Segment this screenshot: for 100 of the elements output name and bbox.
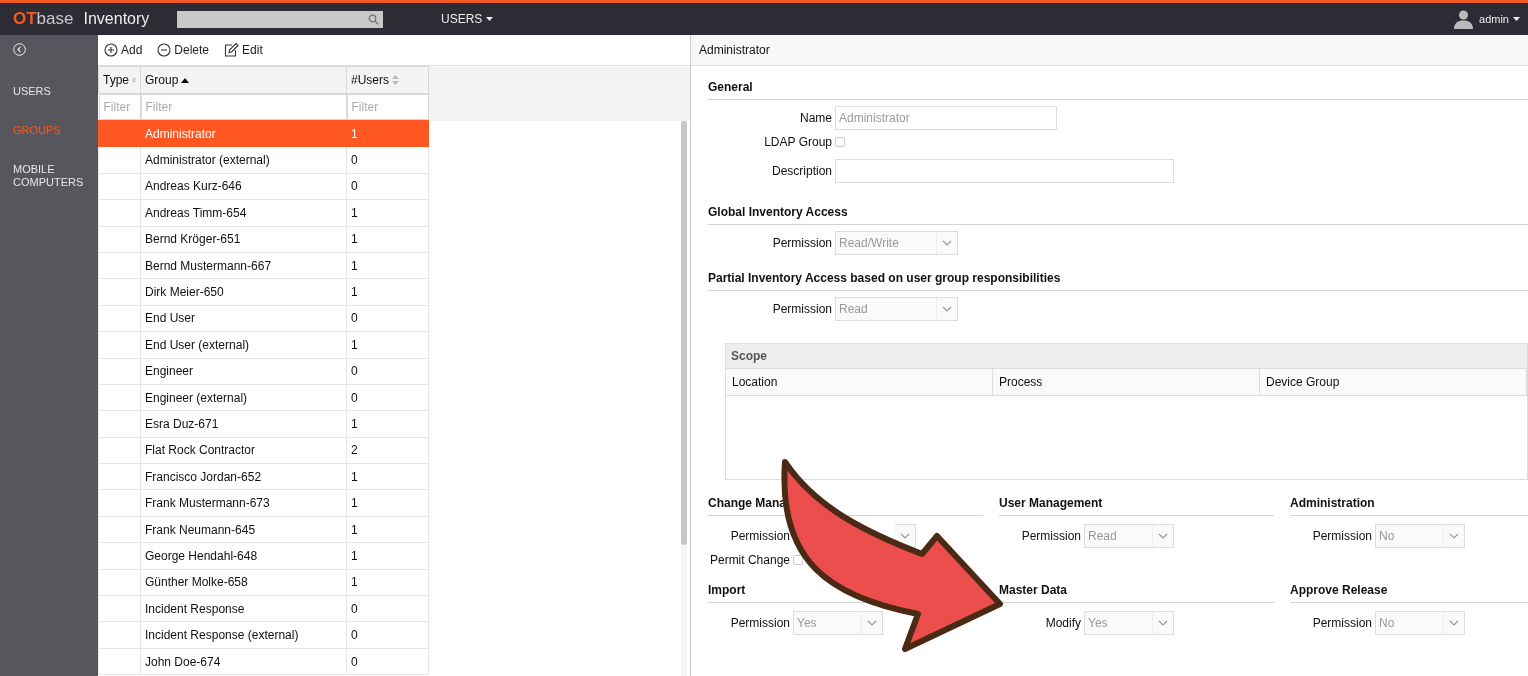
column-header[interactable]: #Users xyxy=(346,66,429,94)
filter-field[interactable]: Filter xyxy=(98,94,141,120)
section-heading: Partial Inventory Access based on user group responsibilities xyxy=(708,257,1528,291)
minus-circle-icon xyxy=(157,43,172,57)
caret-icon xyxy=(486,17,494,21)
section-heading: General xyxy=(708,66,1528,100)
chevron-down-icon xyxy=(1449,620,1459,626)
table-cell: 1 xyxy=(346,463,429,490)
chevron-down-icon xyxy=(900,533,910,539)
table-cell: 1 xyxy=(346,278,429,306)
pencil-icon xyxy=(224,43,240,57)
table-cell[interactable]: Frank Neumann-645 xyxy=(140,516,347,543)
table-cell[interactable]: Bernd Mustermann-667 xyxy=(140,252,347,279)
table-cell[interactable]: Andreas Kurz-646 xyxy=(140,173,347,200)
table-cell: 0 xyxy=(346,384,429,411)
table-cell[interactable]: Andreas Timm-654 xyxy=(140,199,347,227)
section-heading: Global Inventory Access xyxy=(708,191,1528,225)
brand-logo: base xyxy=(36,9,74,29)
chevron-down-icon xyxy=(1449,533,1459,539)
plus-circle-icon xyxy=(104,43,118,57)
users-menu[interactable]: USERS xyxy=(441,12,494,26)
field-label: Permission xyxy=(1311,616,1372,630)
table-cell[interactable]: Engineer xyxy=(140,358,347,385)
table-cell[interactable]: Günther Molke-658 xyxy=(140,569,347,596)
column-header[interactable]: Device Group xyxy=(1260,369,1527,395)
table-cell: 1 xyxy=(346,569,429,596)
table-cell[interactable]: Incident Response xyxy=(140,595,347,622)
table-cell[interactable]: George Hendahl-648 xyxy=(140,542,347,570)
field-label: Permission xyxy=(771,236,832,250)
field-label: Permission xyxy=(771,302,832,316)
sort-ascending-icon[interactable] xyxy=(181,77,190,83)
table-cell: 1 xyxy=(346,516,429,543)
table-cell[interactable]: Dirk Meier-650 xyxy=(140,278,347,306)
chevron-down-icon xyxy=(942,306,952,312)
table-cell: 1 xyxy=(346,542,429,570)
table-cell: 1 xyxy=(346,120,429,147)
table-cell: 0 xyxy=(346,305,429,332)
table-cell: 1 xyxy=(346,199,429,227)
sidebar-item[interactable]: MOBILE COMPUTERS xyxy=(13,163,85,189)
column-header[interactable]: Group xyxy=(140,66,347,94)
field-label: Name xyxy=(799,111,832,125)
delete-button[interactable]: Delete xyxy=(157,43,210,57)
section-heading: Master Data xyxy=(999,573,1274,603)
field-label: Modify xyxy=(1044,616,1081,630)
sidebar-item[interactable]: USERS xyxy=(13,85,85,98)
table-cell[interactable]: Bernd Kröger-651 xyxy=(140,226,347,253)
table-cell: 0 xyxy=(346,146,429,174)
filter-field[interactable]: Filter xyxy=(140,94,347,120)
search-icon xyxy=(368,13,379,25)
table-cell: 0 xyxy=(346,595,429,622)
brand-logo: OT xyxy=(13,9,37,29)
table-cell[interactable]: End User xyxy=(140,305,347,332)
table-cell[interactable]: Incident Response (external) xyxy=(140,621,347,649)
search-field[interactable] xyxy=(177,10,383,28)
chevron-down-icon xyxy=(867,620,877,626)
table-cell: 0 xyxy=(346,173,429,200)
field-label: Permission xyxy=(1020,529,1081,543)
table-cell: 0 xyxy=(346,621,429,649)
add-button[interactable]: Add xyxy=(104,43,143,57)
section-heading: User Management xyxy=(999,486,1274,516)
field-label: Permit Change xyxy=(708,552,790,567)
table-cell[interactable]: Flat Rock Contractor xyxy=(140,437,347,464)
chevron-down-icon xyxy=(1158,533,1168,539)
scrollbar[interactable] xyxy=(681,121,687,676)
chevron-down-icon xyxy=(1158,620,1168,626)
user-icon xyxy=(1454,9,1474,29)
table-cell[interactable]: Esra Duz-671 xyxy=(140,410,347,438)
table-cell[interactable]: John Doe-674 xyxy=(140,648,347,675)
field-label: Permission xyxy=(729,529,790,543)
column-header[interactable]: Type xyxy=(98,66,141,94)
table-cell: 1 xyxy=(346,410,429,438)
field-label: LDAP Group xyxy=(763,134,832,149)
column-header[interactable]: Process xyxy=(993,369,1260,395)
table-cell[interactable]: Administrator (external) xyxy=(140,146,347,174)
checkbox[interactable] xyxy=(835,136,845,147)
table-cell[interactable]: Francisco Jordan-652 xyxy=(140,463,347,490)
table-cell: 1 xyxy=(346,331,429,358)
column-header[interactable]: Location xyxy=(726,369,993,395)
table-cell: 1 xyxy=(346,252,429,279)
filter-field[interactable]: Filter xyxy=(346,94,429,120)
field-label: Description xyxy=(770,164,832,178)
table-cell: 2 xyxy=(346,437,429,464)
table-cell: 1 xyxy=(346,226,429,253)
edit-button[interactable]: Edit xyxy=(224,43,263,57)
chevron-down-icon xyxy=(942,240,952,246)
table-cell: 0 xyxy=(346,648,429,675)
field-label: Permission xyxy=(1311,529,1372,543)
table-cell[interactable]: Frank Mustermann-673 xyxy=(140,489,347,517)
caret-icon xyxy=(1513,17,1520,21)
table-cell: 1 xyxy=(346,489,429,517)
table-title: Scope xyxy=(726,344,1527,369)
app-title: Inventory xyxy=(83,10,150,28)
user-menu[interactable]: admin xyxy=(1479,13,1520,25)
field-label: Permission xyxy=(729,616,790,630)
table-cell[interactable]: End User (external) xyxy=(140,331,347,358)
section-heading: Administration xyxy=(1290,486,1528,516)
table-cell: 0 xyxy=(346,358,429,385)
back-icon[interactable] xyxy=(13,43,26,56)
table-cell[interactable]: Engineer (external) xyxy=(140,384,347,411)
section-heading: Approve Release xyxy=(1290,573,1528,603)
